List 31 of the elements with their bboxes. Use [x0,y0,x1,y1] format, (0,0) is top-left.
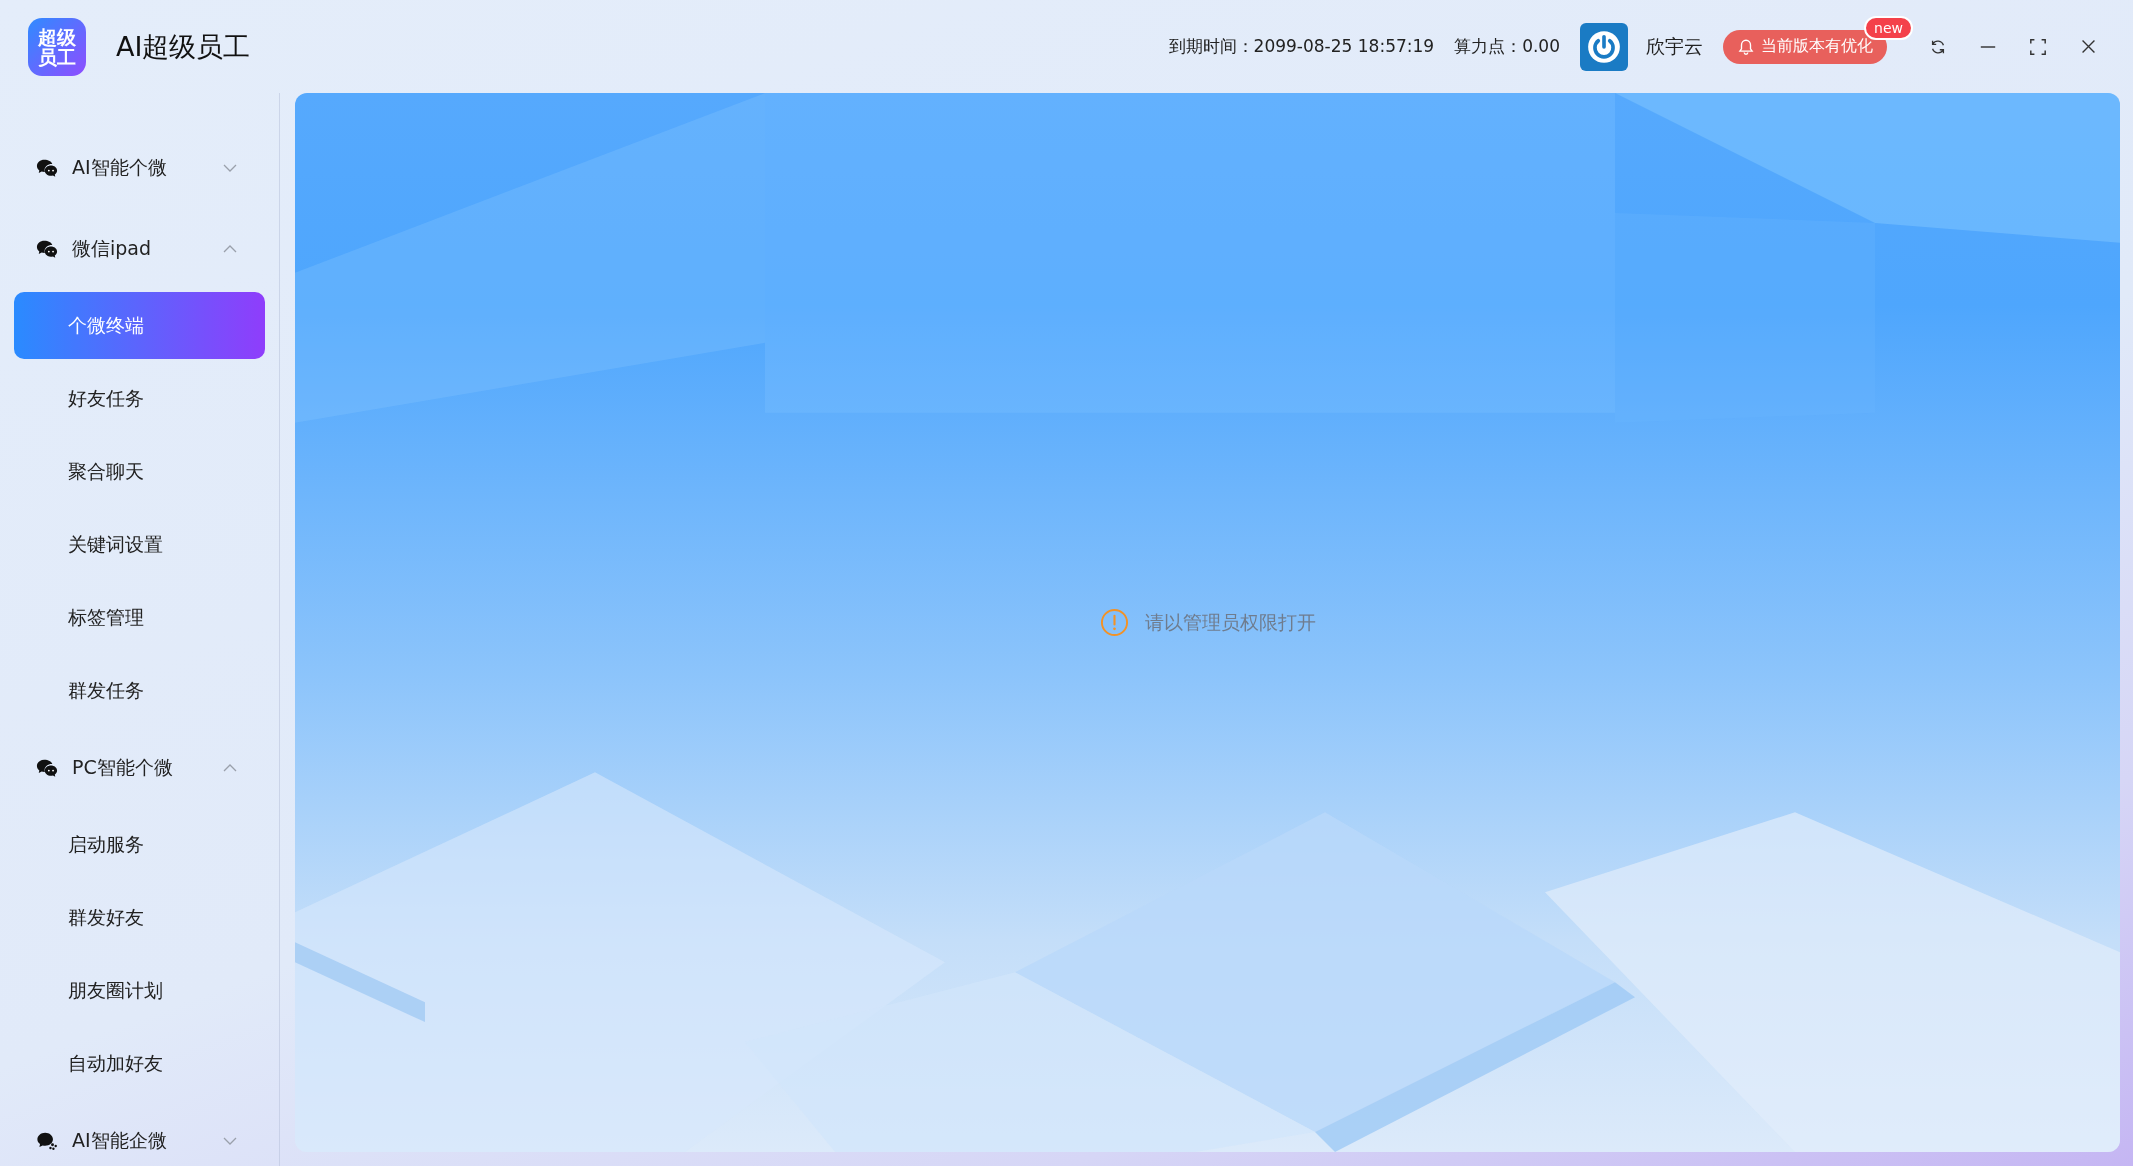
nav-group-label: AI智能个微 [72,154,168,180]
nav-item[interactable]: 群发任务 [14,657,265,724]
nav-item[interactable]: 好友任务 [14,365,265,432]
nav-group[interactable]: 微信ipad [0,208,279,289]
nav-item[interactable]: 自动加好友 [14,1030,265,1097]
chevron-up-icon [223,244,237,253]
nav-group[interactable]: PC智能个微 [0,727,279,808]
nav-item[interactable]: 聚合聊天 [14,438,265,505]
compute-points: 算力点：0.00 [1454,35,1560,58]
user-name: 欣宇云 [1646,33,1703,59]
nav-item[interactable]: 关键词设置 [14,511,265,578]
warning-icon [1099,608,1129,637]
nav-group[interactable]: AI智能个微 [0,127,279,208]
nav-group-label: AI智能企微 [72,1127,168,1153]
nav-item[interactable]: 朋友圈计划 [14,957,265,1024]
nav-group[interactable]: AI智能企微 [0,1100,279,1166]
chevron-down-icon [223,1136,237,1145]
chevron-up-icon [223,763,237,772]
nav-item[interactable]: 群发好友 [14,884,265,951]
power-avatar-icon[interactable] [1580,22,1628,71]
app-logo: 超级员工 [28,17,86,76]
nav-item[interactable]: 个微终端 [14,292,265,359]
admin-permission-message: 请以管理员权限打开 [1144,609,1316,635]
expiry-time: 到期时间：2099-08-25 18:57:19 [1168,35,1435,58]
nav-item[interactable]: 标签管理 [14,584,265,651]
nav-item[interactable]: 启动服务 [14,811,265,878]
chevron-down-icon [223,163,237,172]
app-title: AI超级员工 [116,29,251,64]
nav-group-label: 微信ipad [72,235,153,261]
bell-icon [1737,37,1755,56]
nav-group-label: PC智能个微 [72,754,174,780]
